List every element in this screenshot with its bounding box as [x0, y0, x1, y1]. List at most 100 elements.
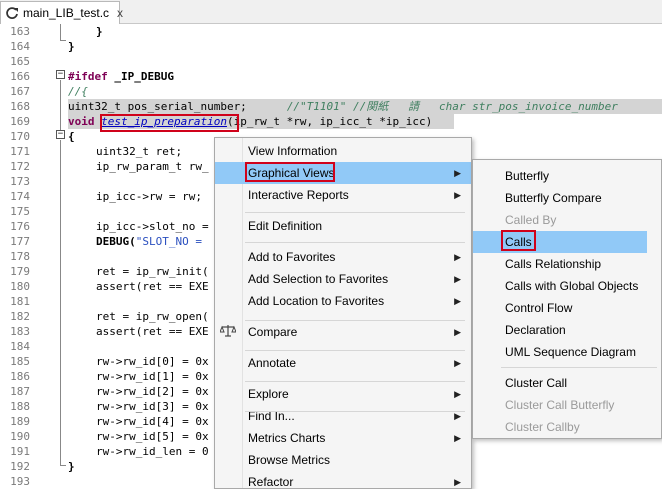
submenu-item-cluster-call[interactable]: Cluster Call — [473, 372, 661, 394]
submenu-item-butterfly-compare[interactable]: Butterfly Compare — [473, 187, 661, 209]
code-line[interactable]: 166 #ifdef _IP_DEBUG — [0, 69, 662, 84]
menu-item-find-in[interactable]: Find In... ▶ — [215, 405, 471, 427]
fold-toggle-icon[interactable]: − — [56, 70, 65, 79]
menu-item-label: Add to Favorites — [248, 250, 336, 264]
code-text: ret = ip_rw_init( — [96, 265, 209, 278]
line-number: 186 — [10, 370, 30, 383]
code-line[interactable]: 164} — [0, 39, 662, 54]
submenu-item-label: Cluster Call — [505, 376, 568, 390]
menu-item-browse-metrics[interactable]: Browse Metrics — [215, 449, 471, 471]
fold-guide — [60, 40, 66, 41]
fold-guide — [60, 80, 61, 130]
menu-item-label: View Information — [248, 144, 338, 158]
code-text: rw->rw_id[1] = 0x — [96, 370, 209, 383]
submenu-item-declaration[interactable]: Declaration — [473, 319, 661, 341]
menu-item-add-location-to-favorites[interactable]: Add Location to Favorites ▶ — [215, 290, 471, 312]
submenu-arrow-icon: ▶ — [454, 296, 461, 306]
close-icon[interactable]: x — [117, 7, 123, 19]
submenu-item-calls[interactable]: Calls — [473, 231, 647, 253]
code-text: } — [68, 460, 75, 473]
menu-item-add-to-favorites[interactable]: Add to Favorites ▶ — [215, 246, 471, 268]
code-line[interactable]: 165 — [0, 54, 662, 69]
submenu-item-calls-relationship[interactable]: Calls Relationship — [473, 253, 661, 275]
line-number: 175 — [10, 205, 30, 218]
line-number: 185 — [10, 355, 30, 368]
submenu-arrow-icon: ▶ — [454, 358, 461, 368]
inline-comment: //"T1101" //関紙 請 char str_pos_invoice_nu… — [286, 100, 618, 113]
submenu-arrow-icon: ▶ — [454, 327, 461, 337]
macro-name: _IP_DEBUG — [107, 70, 174, 83]
code-text: rw->rw_id[3] = 0x — [96, 400, 209, 413]
declaration: uint32_t pos_serial_number; — [68, 100, 247, 113]
code-line[interactable]: 167 //{ — [0, 84, 662, 99]
line-number: 177 — [10, 235, 30, 248]
code-text: { — [68, 130, 75, 143]
menu-item-edit-definition[interactable]: Edit Definition — [215, 215, 471, 237]
parameter-list: (ip_rw_t *rw, ip_icc_t *ip_icc) — [226, 115, 433, 128]
line-number: 187 — [10, 385, 30, 398]
submenu-item-label: Cluster Call Butterfly — [505, 398, 615, 412]
line-number: 176 — [10, 220, 30, 233]
menu-item-view-information[interactable]: View Information — [215, 140, 471, 162]
menu-item-annotate[interactable]: Annotate ▶ — [215, 352, 471, 374]
menu-separator — [245, 381, 465, 382]
menu-item-compare[interactable]: Compare ▶ — [215, 321, 471, 343]
menu-item-add-selection-to-favorites[interactable]: Add Selection to Favorites ▶ — [215, 268, 471, 290]
code-text: #ifdef _IP_DEBUG — [68, 69, 174, 84]
submenu-item-label: Calls with Global Objects — [505, 279, 639, 293]
code-text: //{ — [68, 85, 88, 98]
code-text: ret = ip_rw_open( — [96, 310, 209, 323]
submenu-arrow-icon: ▶ — [454, 252, 461, 262]
line-number: 188 — [10, 400, 30, 413]
code-text: uint32_t ret; — [96, 145, 183, 158]
function-name-highlight — [100, 114, 239, 132]
menu-separator — [245, 411, 465, 412]
line-number: 181 — [10, 295, 30, 308]
submenu-item-label: Butterfly Compare — [505, 191, 602, 205]
menu-item-label: Edit Definition — [248, 219, 323, 233]
tab-title: main_LIB_test.c — [23, 6, 110, 20]
code-text: rw->rw_id[5] = 0x — [96, 430, 209, 443]
code-text: rw->rw_id[4] = 0x — [96, 415, 209, 428]
submenu-item-label: Butterfly — [505, 169, 550, 183]
line-number: 163 — [10, 25, 30, 38]
menu-item-interactive-reports[interactable]: Interactive Reports ▶ — [215, 184, 471, 206]
line-number: 168 — [10, 100, 30, 113]
submenu-item-calls-with-global-objects[interactable]: Calls with Global Objects — [473, 275, 661, 297]
code-text: ip_rw_param_t rw_ — [96, 160, 209, 173]
menu-separator — [501, 367, 657, 368]
tab-main-lib-test[interactable]: main_LIB_test.c x — [0, 1, 123, 24]
code-text: rw->rw_id[2] = 0x — [96, 385, 209, 398]
graphical-views-submenu: Butterfly Butterfly Compare Called By Calls… — [472, 159, 662, 439]
submenu-item-control-flow[interactable]: Control Flow — [473, 297, 661, 319]
fold-toggle-icon[interactable]: − — [56, 130, 65, 139]
code-text: ip_icc->rw = rw; — [96, 190, 202, 203]
submenu-item-butterfly[interactable]: Butterfly — [473, 165, 661, 187]
menu-item-metrics-charts[interactable]: Metrics Charts ▶ — [215, 427, 471, 449]
line-number: 189 — [10, 415, 30, 428]
submenu-item-label: Cluster Callby — [505, 420, 580, 434]
refresh-icon — [5, 6, 19, 20]
line-number: 179 — [10, 265, 30, 278]
submenu-item-label: Control Flow — [505, 301, 573, 315]
menu-item-label: Browse Metrics — [248, 453, 331, 467]
submenu-item-label: Called By — [505, 213, 557, 227]
code-line[interactable]: 168 uint32_t pos_serial_number; //"T1101" … — [0, 99, 662, 114]
code-text: assert(ret == EXE — [96, 280, 209, 293]
line-number: 192 — [10, 460, 30, 473]
code-text: ip_icc->slot_no = — [96, 220, 209, 233]
code-line[interactable]: 163} — [0, 24, 662, 39]
line-number: 169 — [10, 115, 30, 128]
submenu-item-uml-sequence-diagram[interactable]: UML Sequence Diagram — [473, 341, 661, 363]
code-text: rw->rw_id[0] = 0x — [96, 355, 209, 368]
menu-item-refactor[interactable]: Refactor ▶ — [215, 471, 471, 489]
line-number: 183 — [10, 325, 30, 338]
menu-item-label: Refactor — [248, 475, 294, 489]
submenu-item-label: Calls Relationship — [505, 257, 602, 271]
menu-item-explore[interactable]: Explore ▶ — [215, 383, 471, 405]
line-number: 166 — [10, 70, 30, 83]
submenu-item-called-by: Called By — [473, 209, 661, 231]
scale-icon — [219, 324, 237, 341]
line-number: 193 — [10, 475, 30, 488]
fold-guide — [60, 465, 66, 466]
